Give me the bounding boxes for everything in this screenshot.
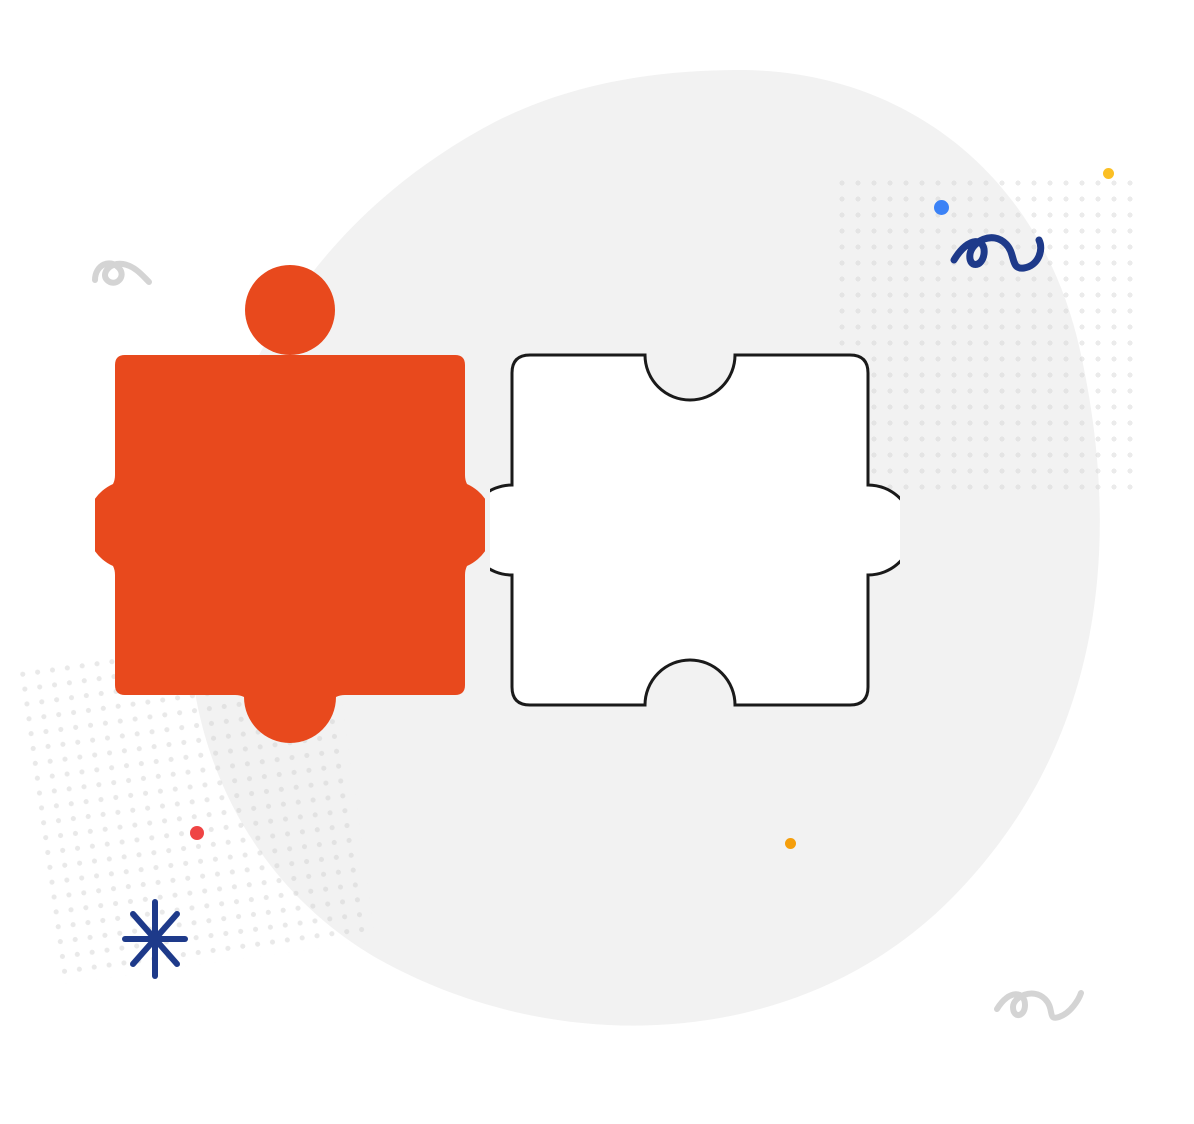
dot-blue-icon (934, 200, 949, 215)
integration-illustration (0, 0, 1194, 1124)
dot-yellow-bottom-icon (785, 838, 796, 849)
scribble-bottom-right-icon (989, 969, 1089, 1029)
dot-red-icon (190, 826, 204, 840)
scribble-top-right-icon (944, 210, 1054, 290)
puzzle-piece-right-icon (490, 325, 900, 745)
dot-yellow-top-icon (1103, 168, 1114, 179)
star-burst-icon (115, 894, 195, 984)
puzzle-piece-left-icon (95, 265, 485, 765)
